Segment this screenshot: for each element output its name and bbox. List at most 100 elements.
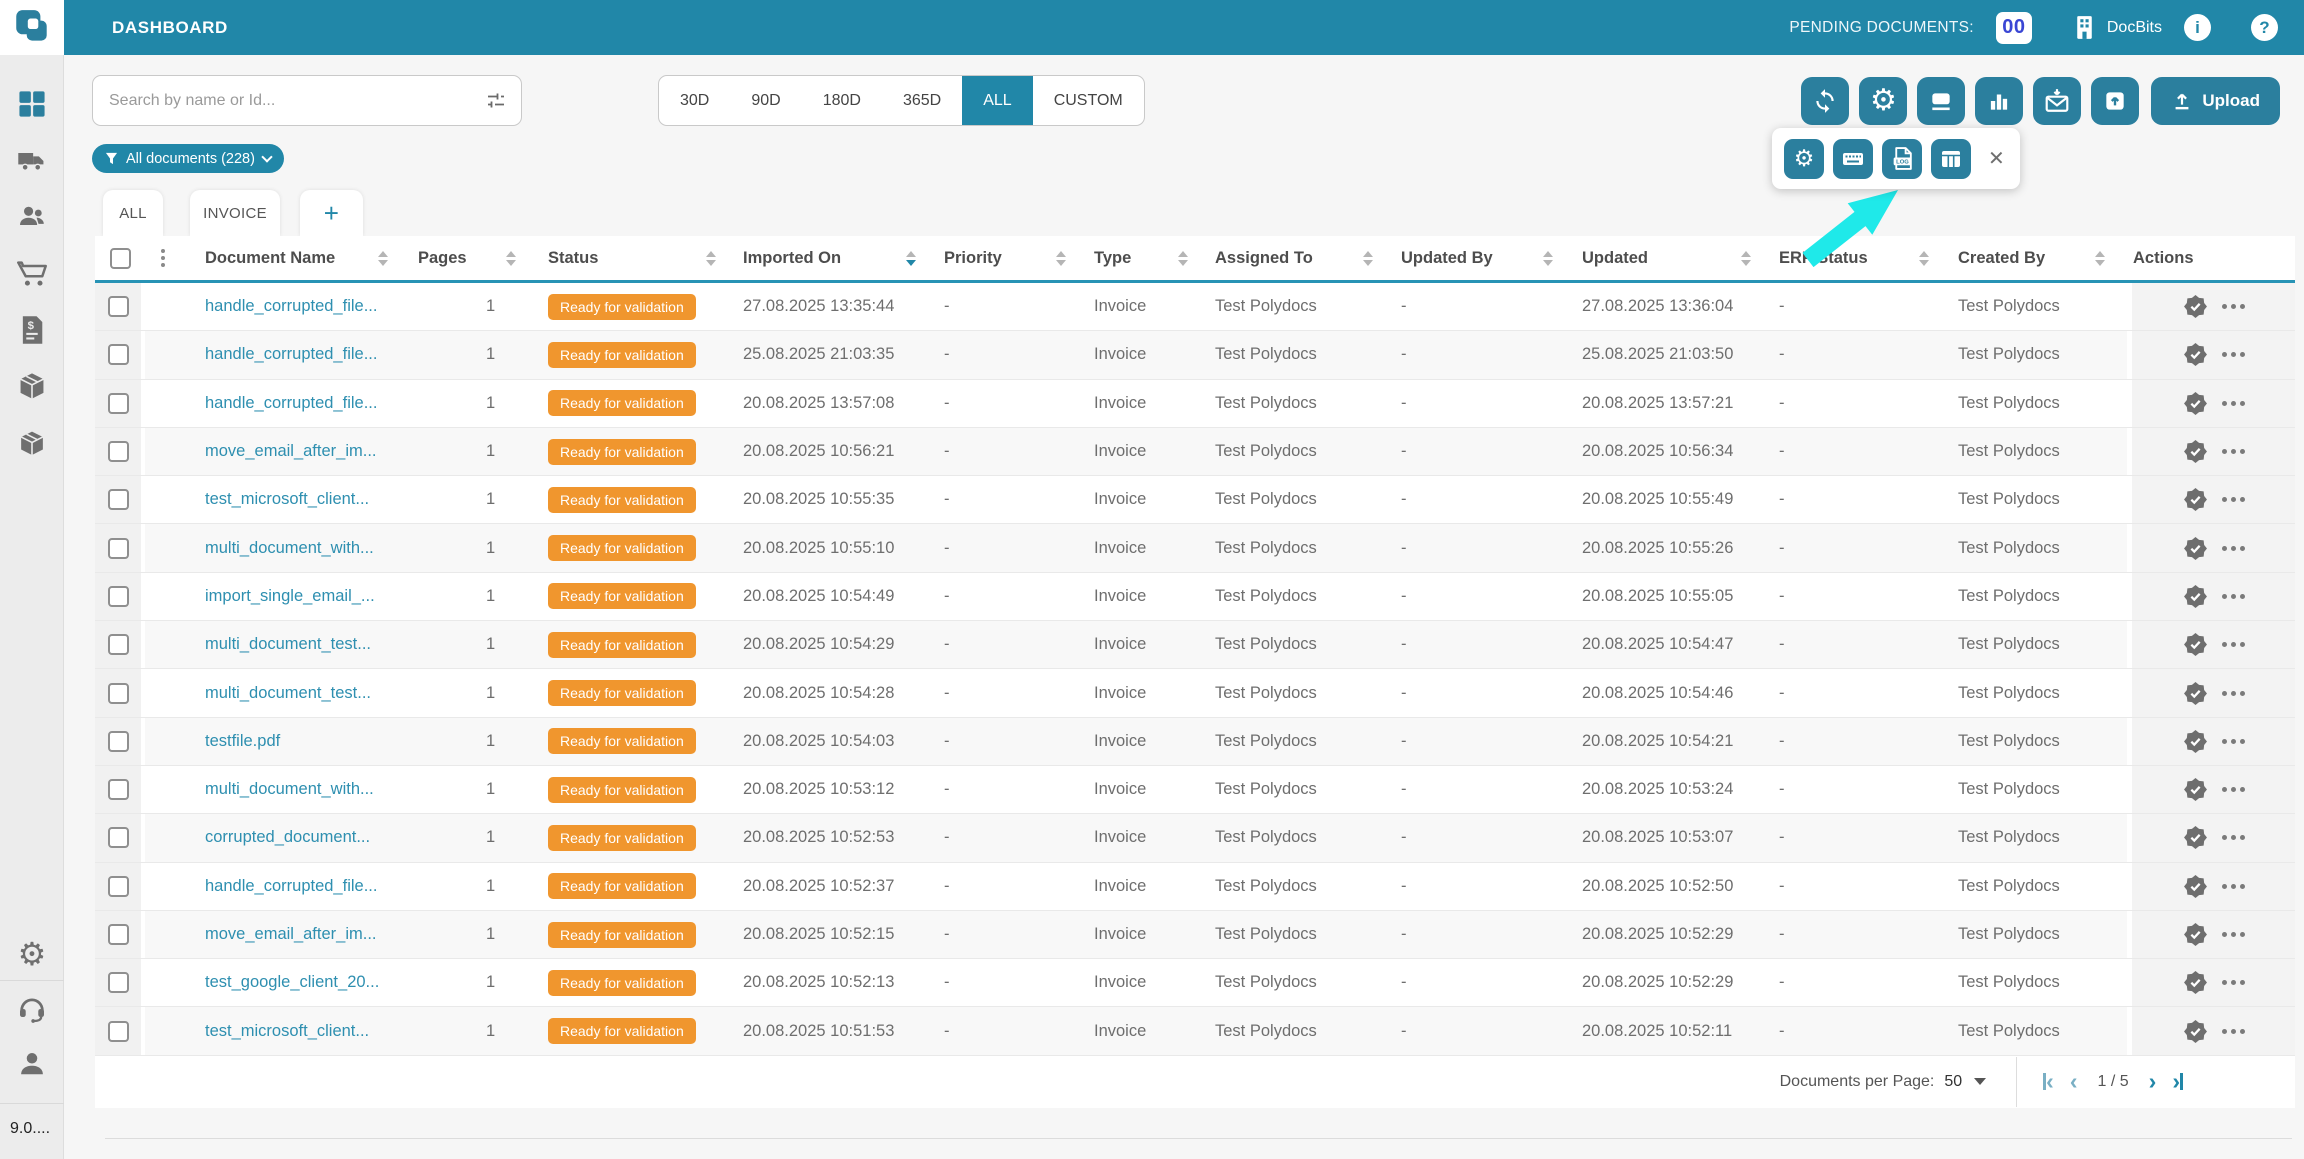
- row-checkbox[interactable]: [108, 489, 129, 510]
- row-menu-icon[interactable]: [2222, 1029, 2245, 1034]
- tab-add-button[interactable]: +: [300, 190, 363, 236]
- verified-badge-icon[interactable]: [2183, 632, 2208, 657]
- row-checkbox[interactable]: [108, 296, 129, 317]
- col-status[interactable]: Status: [538, 236, 738, 280]
- popup-log-button[interactable]: LOG: [1882, 139, 1922, 179]
- sidebar-item-dashboard[interactable]: [0, 88, 64, 120]
- document-name-link[interactable]: move_email_after_im...: [180, 925, 410, 944]
- col-updated-by[interactable]: Updated By: [1395, 236, 1575, 280]
- sidebar-item-settings[interactable]: ⚙: [0, 938, 64, 970]
- select-all-checkbox[interactable]: [110, 248, 131, 269]
- document-name-link[interactable]: multi_document_with...: [180, 780, 410, 799]
- verified-badge-icon[interactable]: [2183, 777, 2208, 802]
- row-checkbox[interactable]: [108, 972, 129, 993]
- pending-documents-badge[interactable]: 00: [1996, 12, 2032, 44]
- verified-badge-icon[interactable]: [2183, 1019, 2208, 1044]
- organization-switcher[interactable]: DocBits: [2072, 14, 2162, 41]
- document-name-link[interactable]: handle_corrupted_file...: [180, 345, 410, 364]
- next-page-button[interactable]: ›: [2149, 1070, 2157, 1093]
- row-checkbox[interactable]: [108, 876, 129, 897]
- verified-badge-icon[interactable]: [2183, 922, 2208, 947]
- table-menu-kebab-icon[interactable]: [145, 249, 180, 267]
- row-menu-icon[interactable]: [2222, 304, 2245, 309]
- verified-badge-icon[interactable]: [2183, 487, 2208, 512]
- documents-filter-pill[interactable]: All documents (228): [92, 144, 284, 173]
- row-menu-icon[interactable]: [2222, 884, 2245, 889]
- sidebar-item-packages[interactable]: [0, 370, 64, 402]
- row-checkbox[interactable]: [108, 731, 129, 752]
- row-menu-icon[interactable]: [2222, 352, 2245, 357]
- popup-close-icon[interactable]: ✕: [1988, 149, 2005, 169]
- col-priority[interactable]: Priority: [938, 236, 1088, 280]
- row-checkbox[interactable]: [108, 683, 129, 704]
- row-menu-icon[interactable]: [2222, 546, 2245, 551]
- col-assigned-to[interactable]: Assigned To: [1210, 236, 1395, 280]
- col-document-name[interactable]: Document Name: [180, 236, 410, 280]
- row-checkbox[interactable]: [108, 393, 129, 414]
- row-checkbox[interactable]: [108, 1021, 129, 1042]
- first-page-button[interactable]: ‹: [2043, 1070, 2054, 1093]
- verified-badge-icon[interactable]: [2183, 536, 2208, 561]
- sidebar-item-packages-alt[interactable]: [0, 427, 64, 459]
- verified-badge-icon[interactable]: [2183, 584, 2208, 609]
- row-menu-icon[interactable]: [2222, 642, 2245, 647]
- row-menu-icon[interactable]: [2222, 835, 2245, 840]
- mail-import-button[interactable]: [2033, 77, 2081, 125]
- verified-badge-icon[interactable]: [2183, 294, 2208, 319]
- info-icon[interactable]: i: [2184, 14, 2211, 41]
- row-checkbox[interactable]: [108, 634, 129, 655]
- row-checkbox[interactable]: [108, 779, 129, 800]
- verified-badge-icon[interactable]: [2183, 825, 2208, 850]
- sync-button[interactable]: [1801, 77, 1849, 125]
- verified-badge-icon[interactable]: [2183, 391, 2208, 416]
- verified-badge-icon[interactable]: [2183, 874, 2208, 899]
- tab-all[interactable]: ALL: [103, 190, 163, 236]
- row-checkbox[interactable]: [108, 586, 129, 607]
- row-checkbox[interactable]: [108, 538, 129, 559]
- statistics-button[interactable]: [1975, 77, 2023, 125]
- col-pages[interactable]: Pages: [410, 236, 538, 280]
- app-logo[interactable]: [0, 0, 64, 55]
- prev-page-button[interactable]: ‹: [2070, 1070, 2078, 1093]
- per-page-value[interactable]: 50: [1944, 1073, 1962, 1091]
- row-menu-icon[interactable]: [2222, 980, 2245, 985]
- col-created-by[interactable]: Created By: [1951, 236, 2127, 280]
- col-type[interactable]: Type: [1088, 236, 1210, 280]
- tab-invoice[interactable]: INVOICE: [190, 190, 280, 236]
- range-custom[interactable]: CUSTOM: [1033, 76, 1144, 125]
- row-menu-icon[interactable]: [2222, 932, 2245, 937]
- row-checkbox[interactable]: [108, 924, 129, 945]
- verified-badge-icon[interactable]: [2183, 439, 2208, 464]
- row-checkbox[interactable]: [108, 827, 129, 848]
- document-name-link[interactable]: multi_document_with...: [180, 539, 410, 558]
- verified-badge-icon[interactable]: [2183, 970, 2208, 995]
- document-name-link[interactable]: handle_corrupted_file...: [180, 297, 410, 316]
- row-menu-icon[interactable]: [2222, 739, 2245, 744]
- document-name-link[interactable]: multi_document_test...: [180, 635, 410, 654]
- document-name-link[interactable]: import_single_email_...: [180, 587, 410, 606]
- popup-keyboard-button[interactable]: [1833, 139, 1873, 179]
- range-90d[interactable]: 90D: [730, 76, 801, 125]
- row-menu-icon[interactable]: [2222, 449, 2245, 454]
- verified-badge-icon[interactable]: [2183, 681, 2208, 706]
- document-name-link[interactable]: handle_corrupted_file...: [180, 394, 410, 413]
- sidebar-item-profile[interactable]: [0, 1048, 64, 1080]
- row-menu-icon[interactable]: [2222, 401, 2245, 406]
- document-name-link[interactable]: test_microsoft_client...: [180, 490, 410, 509]
- row-menu-icon[interactable]: [2222, 497, 2245, 502]
- col-erp-status[interactable]: ERP Status: [1773, 236, 1951, 280]
- range-180d[interactable]: 180D: [802, 76, 882, 125]
- row-menu-icon[interactable]: [2222, 594, 2245, 599]
- row-menu-icon[interactable]: [2222, 691, 2245, 696]
- sidebar-item-contacts[interactable]: [0, 201, 64, 233]
- sidebar-item-invoices[interactable]: $: [0, 314, 64, 346]
- range-all[interactable]: ALL: [962, 76, 1032, 125]
- document-name-link[interactable]: testfile.pdf: [180, 732, 410, 751]
- row-menu-icon[interactable]: [2222, 787, 2245, 792]
- sidebar-item-shipments[interactable]: [0, 145, 64, 177]
- scan-button[interactable]: [1917, 77, 1965, 125]
- popup-settings-button[interactable]: ⚙: [1784, 139, 1824, 179]
- col-updated[interactable]: Updated: [1575, 236, 1773, 280]
- row-checkbox[interactable]: [108, 441, 129, 462]
- row-checkbox[interactable]: [108, 344, 129, 365]
